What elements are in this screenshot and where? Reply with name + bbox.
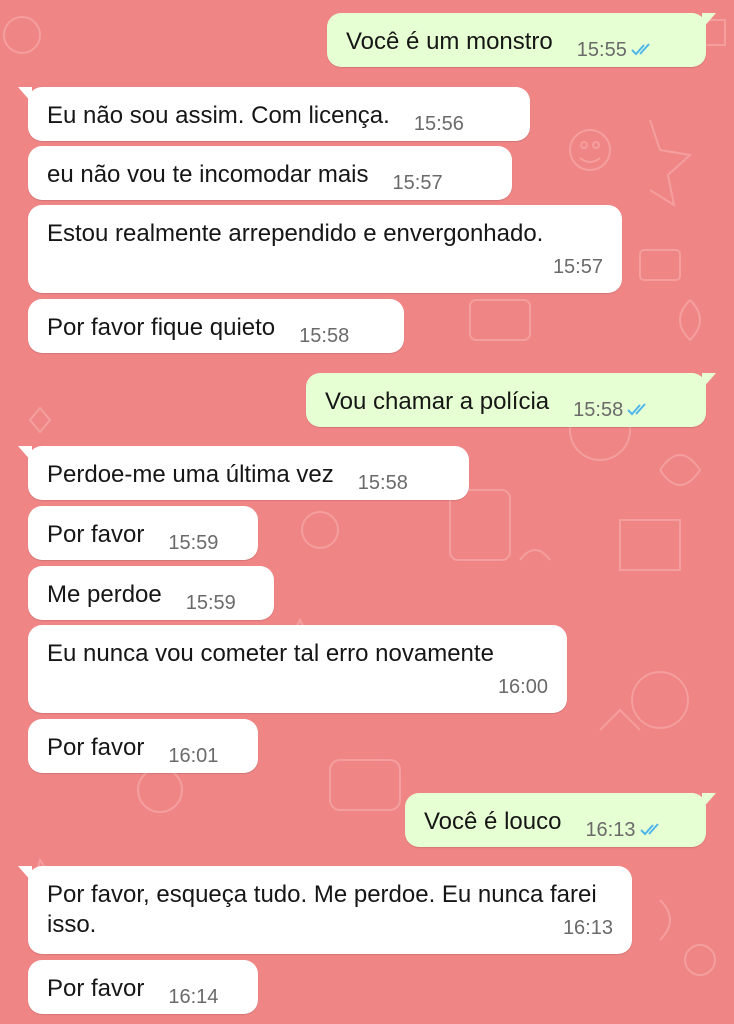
incoming-message[interactable]: Estou realmente arrependido e envergonha… bbox=[28, 205, 622, 293]
message-text: Eu não sou assim. Com licença. bbox=[47, 102, 390, 129]
message-time: 15:55 bbox=[576, 39, 627, 61]
message-time: 15:58 bbox=[357, 472, 408, 494]
message-meta: 15:58 bbox=[573, 395, 651, 425]
message-meta: 16:13 bbox=[585, 815, 663, 845]
outgoing-message[interactable]: Você é louco 16:13 bbox=[405, 793, 716, 847]
message-time: 15:57 bbox=[392, 172, 443, 194]
message-text: Vou chamar a polícia bbox=[325, 388, 550, 415]
message-text: Por favor bbox=[47, 975, 145, 1002]
message-time: 16:14 bbox=[168, 986, 219, 1008]
incoming-message[interactable]: Eu não sou assim. Com licença. 15:56 bbox=[18, 87, 530, 141]
message-time: 16:13 bbox=[562, 917, 613, 939]
message-time: 15:58 bbox=[299, 325, 350, 347]
incoming-message[interactable]: Me perdoe 15:59 bbox=[28, 566, 274, 620]
outgoing-message[interactable]: Vou chamar a polícia 15:58 bbox=[306, 373, 716, 427]
message-time: 15:59 bbox=[185, 592, 236, 614]
message-text: Eu nunca vou cometer tal erro novamente bbox=[47, 640, 494, 667]
message-text: Você é louco bbox=[424, 808, 562, 835]
message-text: Por favor bbox=[47, 521, 145, 548]
message-text: Por favor bbox=[47, 734, 145, 761]
message-text: Me perdoe bbox=[47, 581, 162, 608]
message-text: Estou realmente arrependido e envergonha… bbox=[47, 220, 544, 247]
incoming-message[interactable]: Eu nunca vou cometer tal erro novamente 1… bbox=[28, 625, 567, 713]
incoming-message[interactable]: Por favor 16:01 bbox=[28, 719, 258, 773]
message-meta: 15:55 bbox=[577, 35, 655, 65]
message-time: 15:57 bbox=[552, 256, 603, 278]
double-check-read-icon bbox=[631, 43, 650, 56]
incoming-message[interactable]: Por favor 15:59 bbox=[28, 506, 258, 560]
incoming-message[interactable]: Por favor fique quieto 15:58 bbox=[28, 299, 404, 353]
double-check-read-icon bbox=[627, 403, 646, 416]
incoming-message[interactable]: Por favor 16:14 bbox=[28, 960, 258, 1014]
message-text: Perdoe-me uma última vez bbox=[47, 461, 334, 488]
message-time: 16:00 bbox=[497, 676, 548, 698]
incoming-message[interactable]: eu não vou te incomodar mais 15:57 bbox=[28, 146, 512, 200]
message-text: Por favor fique quieto bbox=[47, 314, 276, 341]
message-time: 16:13 bbox=[585, 819, 636, 841]
double-check-read-icon bbox=[639, 823, 659, 836]
incoming-message[interactable]: Perdoe-me uma última vez 15:58 bbox=[18, 446, 469, 500]
message-text: Você é um monstro bbox=[346, 28, 553, 55]
incoming-message[interactable]: Por favor, esqueça tudo. Me perdoe. Eu n… bbox=[18, 866, 632, 954]
message-time: 15:59 bbox=[168, 532, 219, 554]
message-text: Por favor, esqueça tudo. Me perdoe. Eu n… bbox=[47, 881, 604, 938]
outgoing-message[interactable]: Você é um monstro 15:55 bbox=[327, 13, 716, 67]
message-time: 15:56 bbox=[413, 113, 464, 135]
message-time: 16:01 bbox=[168, 745, 219, 767]
message-text: eu não vou te incomodar mais bbox=[47, 161, 369, 188]
message-time: 15:58 bbox=[573, 399, 624, 421]
